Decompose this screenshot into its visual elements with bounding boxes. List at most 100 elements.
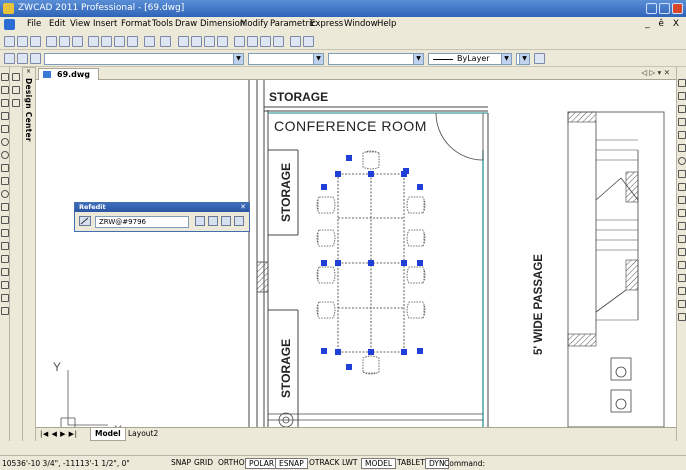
- ellipse-arc-icon[interactable]: [1, 203, 9, 211]
- menu-format[interactable]: Format: [121, 19, 151, 29]
- layout-tab-navigation[interactable]: |◀ ◀ ▶ ▶|: [40, 430, 77, 438]
- menu-window[interactable]: Window: [344, 19, 378, 29]
- layer-dropdown[interactable]: ▼: [44, 53, 244, 65]
- break-icon[interactable]: [678, 222, 686, 230]
- edit-reference-icon[interactable]: [79, 216, 91, 226]
- linetype-dropdown[interactable]: ▼: [328, 53, 424, 65]
- mirror-icon[interactable]: [678, 105, 686, 113]
- polar-toggle[interactable]: POLAR: [245, 458, 279, 469]
- maximize-window-button[interactable]: [659, 3, 670, 14]
- layer-previous-icon[interactable]: [30, 53, 41, 64]
- rectangle-icon[interactable]: [1, 125, 9, 133]
- menu-tools[interactable]: Tools: [152, 19, 173, 29]
- grid-toggle[interactable]: GRID: [191, 458, 216, 469]
- plotstyle-dropdown[interactable]: ▼: [516, 53, 530, 65]
- color-dropdown[interactable]: ▼: [248, 53, 324, 65]
- new-file-icon[interactable]: [4, 36, 15, 47]
- pan-icon[interactable]: [178, 36, 189, 47]
- cut-icon[interactable]: [88, 36, 99, 47]
- menu-view[interactable]: View: [70, 19, 90, 29]
- tab-model[interactable]: Model: [90, 428, 126, 441]
- layer-state-icon[interactable]: [17, 53, 28, 64]
- menu-express[interactable]: Express: [310, 19, 343, 29]
- region-icon[interactable]: [1, 268, 9, 276]
- discard-changes-icon[interactable]: [221, 216, 231, 226]
- array-icon[interactable]: [678, 131, 686, 139]
- xline-icon[interactable]: [1, 86, 9, 94]
- menu-dimension[interactable]: Dimension: [200, 19, 245, 29]
- hatch-icon[interactable]: [1, 255, 9, 263]
- trim-icon[interactable]: [678, 196, 686, 204]
- tool-a-icon[interactable]: [12, 73, 20, 81]
- paste-icon[interactable]: [114, 36, 125, 47]
- undo-icon[interactable]: [144, 36, 155, 47]
- text-icon[interactable]: [1, 307, 9, 315]
- mdi-window-controls[interactable]: _ ê X: [645, 19, 682, 29]
- stretch-icon[interactable]: [678, 183, 686, 191]
- ellipse-icon[interactable]: [1, 190, 9, 198]
- point-icon[interactable]: [1, 242, 9, 250]
- lengthen-icon[interactable]: [678, 300, 686, 308]
- search-icon[interactable]: [290, 36, 301, 47]
- document-tab-69[interactable]: 69.dwg: [38, 68, 100, 80]
- tab-navigation-controls[interactable]: ◁ ▷ ▾ ✕: [641, 68, 670, 77]
- layer-tools-icon[interactable]: [534, 53, 545, 64]
- print-preview-icon[interactable]: [59, 36, 70, 47]
- polygon-icon[interactable]: [1, 112, 9, 120]
- tool-c-icon[interactable]: [12, 99, 20, 107]
- insert-block-icon[interactable]: [1, 216, 9, 224]
- zoom-realtime-icon[interactable]: [191, 36, 202, 47]
- arc-icon[interactable]: [1, 138, 9, 146]
- ortho-toggle[interactable]: ORTHO: [215, 458, 248, 469]
- divide-icon[interactable]: [678, 313, 686, 321]
- close-window-button[interactable]: [672, 3, 683, 14]
- refedit-close-icon[interactable]: ✕: [240, 203, 246, 212]
- chamfer-icon[interactable]: [678, 248, 686, 256]
- properties-icon[interactable]: [234, 36, 245, 47]
- copy-object-icon[interactable]: [678, 92, 686, 100]
- polyline-icon[interactable]: [1, 99, 9, 107]
- scale-icon[interactable]: [678, 170, 686, 178]
- reference-name-field[interactable]: ZRW@#9796: [95, 216, 189, 228]
- otrack-toggle[interactable]: OTRACK: [306, 458, 343, 469]
- redo-icon[interactable]: [160, 36, 171, 47]
- drawing-canvas[interactable]: STORAGE CONFERENCE ROOM STORAGE STORAGE …: [36, 80, 676, 427]
- menu-edit[interactable]: Edit: [49, 19, 65, 29]
- tool-b-icon[interactable]: [12, 86, 20, 94]
- explode-icon[interactable]: [678, 274, 686, 282]
- table-icon[interactable]: [1, 281, 9, 289]
- spline-icon[interactable]: [1, 177, 9, 185]
- mtext-icon[interactable]: [1, 294, 9, 302]
- tablet-toggle[interactable]: TABLET: [394, 458, 428, 469]
- print-icon[interactable]: [46, 36, 57, 47]
- lineweight-dropdown[interactable]: ByLayer ▼: [428, 53, 512, 65]
- refedit-title-bar[interactable]: Refedit ✕: [75, 203, 249, 212]
- revcloud-icon[interactable]: [1, 164, 9, 172]
- menu-help[interactable]: Help: [377, 19, 396, 29]
- make-block-icon[interactable]: [1, 229, 9, 237]
- zoom-previous-icon[interactable]: [217, 36, 228, 47]
- open-file-icon[interactable]: [17, 36, 28, 47]
- circle-icon[interactable]: [1, 151, 9, 159]
- erase-icon[interactable]: [678, 79, 686, 87]
- align-icon[interactable]: [678, 287, 686, 295]
- tab-layout2[interactable]: Layout2: [124, 428, 162, 441]
- menu-file[interactable]: File: [27, 19, 41, 29]
- zoom-window-icon[interactable]: [204, 36, 215, 47]
- remove-from-workset-icon[interactable]: [208, 216, 218, 226]
- help-icon[interactable]: [303, 36, 314, 47]
- save-icon[interactable]: [30, 36, 41, 47]
- palette-close-icon[interactable]: ×: [26, 68, 31, 75]
- save-back-changes-icon[interactable]: [234, 216, 244, 226]
- move-icon[interactable]: [678, 144, 686, 152]
- document-menu-icon[interactable]: [4, 19, 15, 30]
- design-center-icon[interactable]: [247, 36, 258, 47]
- fillet-icon[interactable]: [678, 261, 686, 269]
- copy-icon[interactable]: [101, 36, 112, 47]
- rotate-icon[interactable]: [678, 157, 686, 165]
- line-icon[interactable]: [1, 73, 9, 81]
- menu-draw[interactable]: Draw: [175, 19, 197, 29]
- esnap-toggle[interactable]: ESNAP: [275, 458, 308, 469]
- refedit-toolbar[interactable]: Refedit ✕ ZRW@#9796: [74, 202, 250, 232]
- match-properties-icon[interactable]: [127, 36, 138, 47]
